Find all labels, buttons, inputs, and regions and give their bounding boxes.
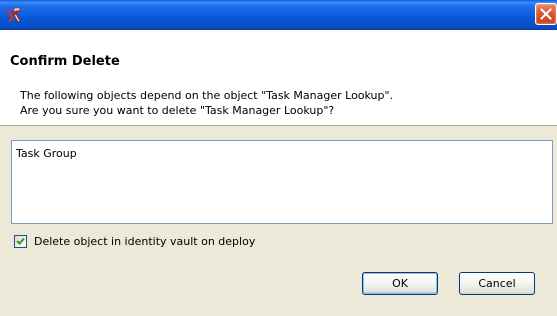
delete-in-vault-checkbox[interactable] — [14, 235, 27, 248]
close-icon — [540, 8, 552, 20]
list-item[interactable]: Task Group — [16, 147, 77, 160]
dependent-objects-list[interactable]: Task Group — [11, 140, 553, 224]
dialog-header: Confirm Delete The following objects dep… — [0, 30, 557, 126]
cancel-button[interactable]: Cancel — [459, 272, 535, 295]
dialog-message: The following objects depend on the obje… — [20, 89, 394, 117]
close-button[interactable] — [535, 3, 557, 25]
checkmark-icon — [16, 237, 25, 245]
delete-in-vault-label: Delete object in identity vault on deplo… — [34, 235, 256, 248]
app-logo-icon — [5, 6, 23, 24]
confirm-delete-dialog: Confirm Delete The following objects dep… — [0, 0, 557, 316]
ok-button[interactable]: OK — [362, 272, 438, 295]
title-bar[interactable] — [0, 0, 557, 30]
dialog-title: Confirm Delete — [10, 54, 120, 69]
